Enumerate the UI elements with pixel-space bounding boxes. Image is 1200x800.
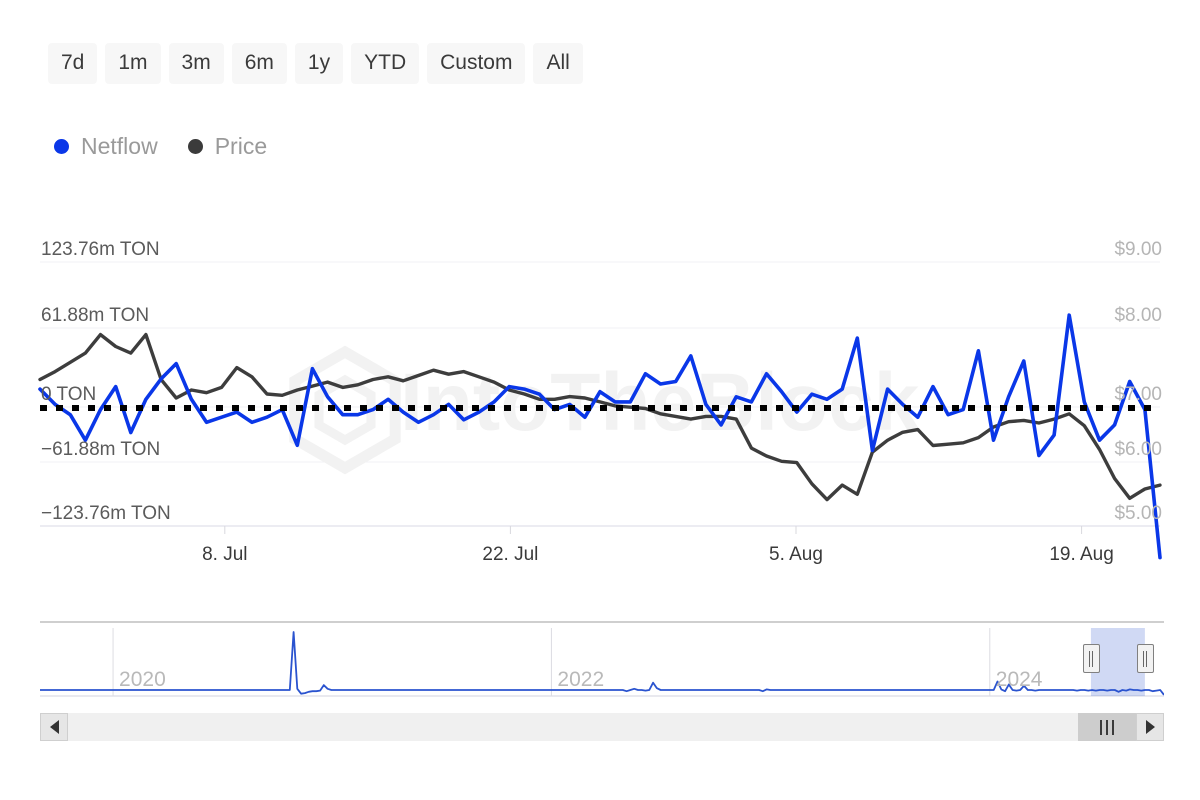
- navigator-scrollbar[interactable]: [40, 713, 1164, 741]
- range-selector: 7d1m3m6m1yYTDCustomAll: [48, 43, 583, 84]
- y-axis-left-tick-label: 61.88m TON: [41, 305, 149, 327]
- scroll-left-button[interactable]: [40, 713, 68, 741]
- navigator-year-label: 2020: [119, 668, 166, 692]
- x-axis-tick-label: 8. Jul: [202, 544, 247, 566]
- scroll-right-button[interactable]: [1136, 713, 1164, 741]
- range-button-ytd[interactable]: YTD: [351, 43, 419, 84]
- y-axis-left-tick-label: −61.88m TON: [41, 439, 160, 461]
- grip-icon: [1100, 720, 1114, 735]
- range-button-custom[interactable]: Custom: [427, 43, 525, 84]
- y-axis-right-tick-label: $7.00: [1114, 384, 1162, 406]
- x-axis-tick-label: 19. Aug: [1049, 544, 1113, 566]
- range-button-1m[interactable]: 1m: [105, 43, 160, 84]
- legend-item-netflow[interactable]: Netflow: [54, 133, 158, 160]
- y-axis-left-tick-label: 123.76m TON: [41, 239, 160, 261]
- x-axis-tick-label: 5. Aug: [769, 544, 823, 566]
- legend-item-price[interactable]: Price: [188, 133, 267, 160]
- main-plot-area[interactable]: IntoTheBlock 123.76m TON 61.88m TON 0 TON −…: [0, 230, 1200, 560]
- navigator-year-label: 2024: [996, 668, 1043, 692]
- navigator-handle-right[interactable]: [1137, 644, 1154, 673]
- legend-marker-icon: [54, 139, 69, 154]
- chart-legend: Netflow Price: [54, 133, 267, 160]
- y-axis-right-tick-label: $9.00: [1114, 239, 1162, 261]
- y-axis-left-tick-label: 0 TON: [41, 384, 96, 406]
- range-button-3m[interactable]: 3m: [169, 43, 224, 84]
- legend-marker-icon: [188, 139, 203, 154]
- y-axis-left-tick-label: −123.76m TON: [41, 503, 171, 525]
- plot-svg: IntoTheBlock: [0, 230, 1200, 560]
- navigator-year-label: 2022: [557, 668, 604, 692]
- netflow-price-chart-widget: 7d1m3m6m1yYTDCustomAll Netflow Price Into…: [0, 0, 1200, 800]
- navigator-svg: [40, 618, 1164, 713]
- range-button-6m[interactable]: 6m: [232, 43, 287, 84]
- range-button-7d[interactable]: 7d: [48, 43, 97, 84]
- y-axis-right-tick-label: $8.00: [1114, 305, 1162, 327]
- legend-label: Price: [215, 133, 267, 160]
- range-button-all[interactable]: All: [533, 43, 582, 84]
- chart-navigator[interactable]: 2020 2022 2024: [40, 618, 1164, 713]
- y-axis-right-tick-label: $6.00: [1114, 439, 1162, 461]
- right-arrow-icon: [1146, 720, 1155, 734]
- navigator-handle-left[interactable]: [1083, 644, 1100, 673]
- svg-text:IntoTheBlock: IntoTheBlock: [400, 357, 920, 448]
- scrollbar-thumb[interactable]: [1078, 713, 1136, 741]
- range-button-1y[interactable]: 1y: [295, 43, 343, 84]
- left-arrow-icon: [50, 720, 59, 734]
- x-axis-tick-label: 22. Jul: [482, 544, 538, 566]
- y-axis-right-tick-label: $5.00: [1114, 503, 1162, 525]
- legend-label: Netflow: [81, 133, 158, 160]
